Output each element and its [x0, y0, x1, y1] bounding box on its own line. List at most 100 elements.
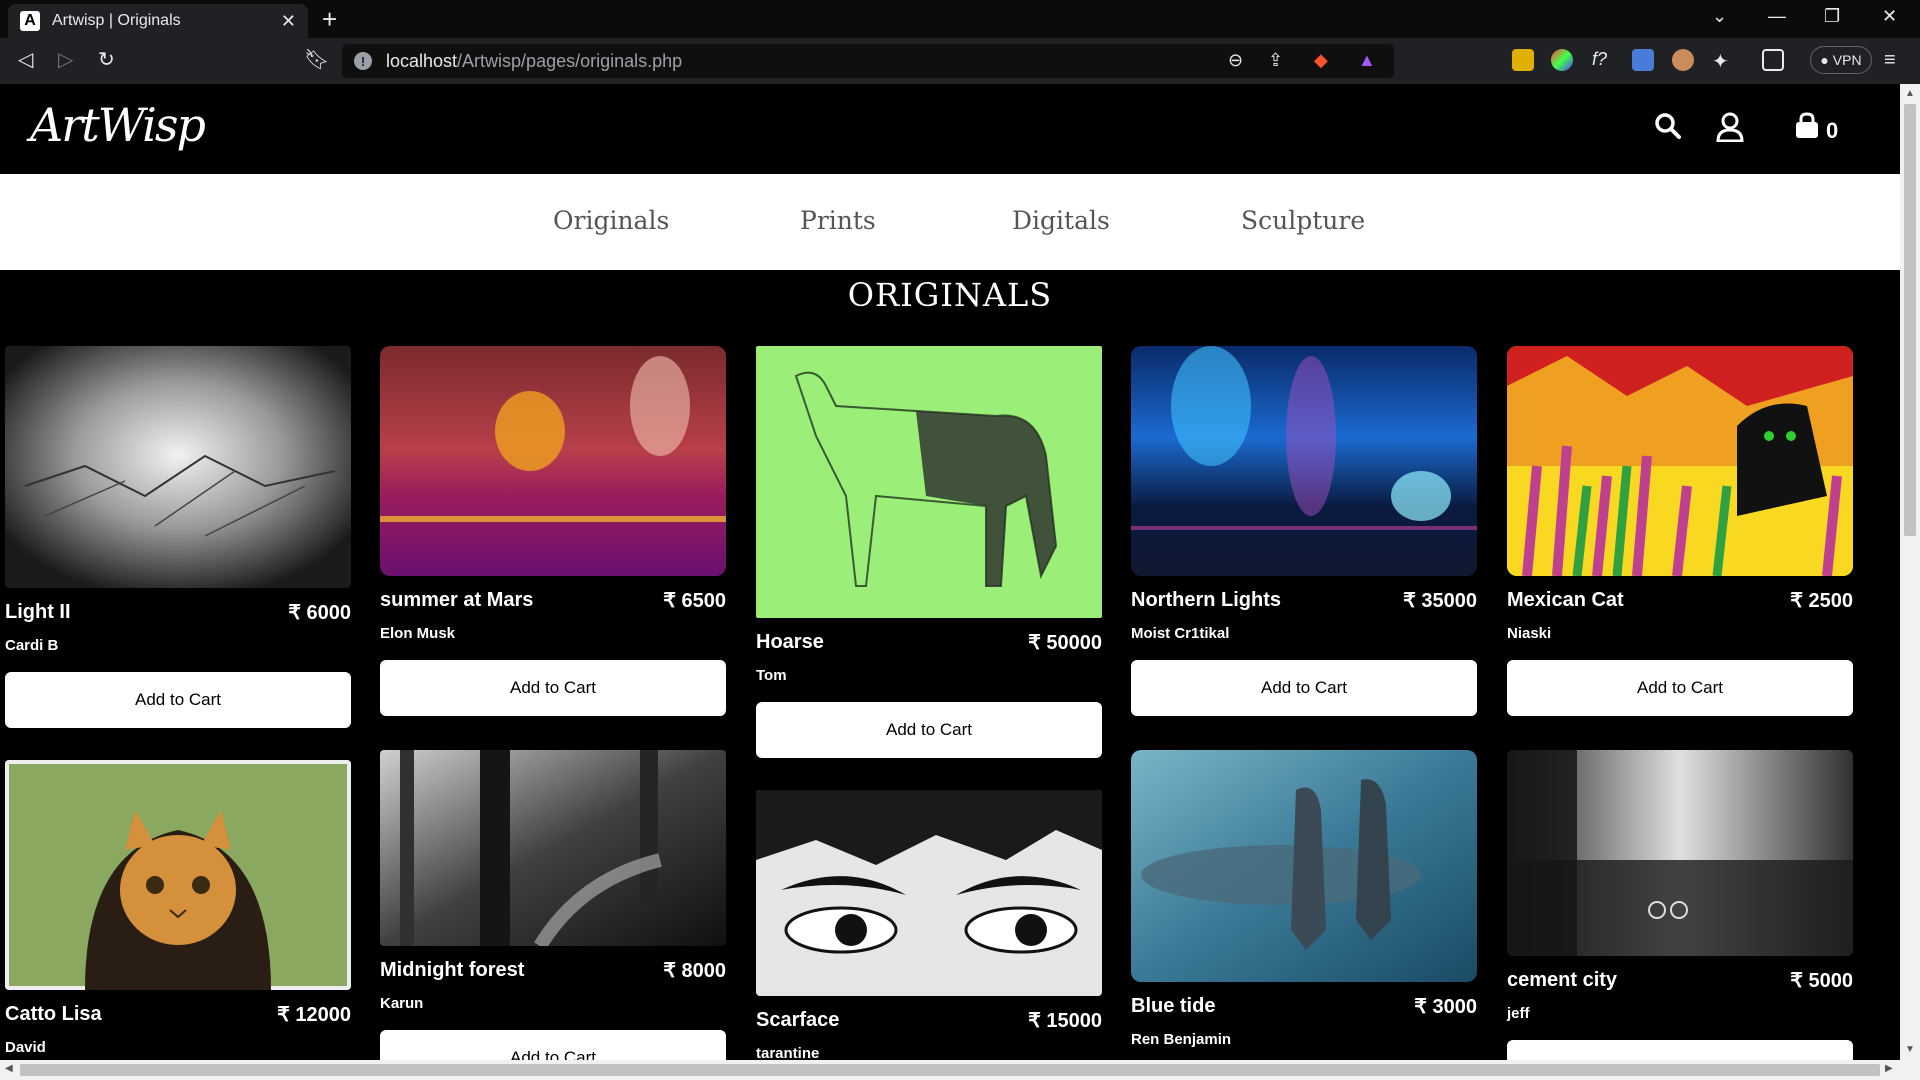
- product-card: Hoarse ₹ 50000 Tom Add to Cart: [756, 346, 1102, 758]
- product-card: Light II ₹ 6000 Cardi B Add to Cart: [5, 346, 351, 728]
- translate-extension-icon[interactable]: [1632, 49, 1654, 71]
- product-card: Blue tide ₹ 3000 Ren Benjamin: [1131, 750, 1477, 1048]
- product-artist: Elon Musk: [380, 625, 456, 642]
- product-card: Scarface ₹ 15000 tarantine: [756, 790, 1102, 1062]
- new-tab-icon[interactable]: +: [322, 4, 337, 34]
- product-name[interactable]: Scarface: [756, 1009, 839, 1032]
- product-name[interactable]: Light II: [5, 601, 71, 624]
- add-to-cart-button[interactable]: Add to Cart: [5, 672, 351, 728]
- product-name[interactable]: Blue tide: [1131, 995, 1215, 1018]
- bookmark-icon[interactable]: 🔖︎: [304, 47, 329, 73]
- product-price: ₹ 8000: [663, 960, 726, 982]
- product-name[interactable]: cement city: [1507, 969, 1617, 992]
- brave-rewards-icon[interactable]: ▲: [1358, 50, 1376, 71]
- color-extension-icon[interactable]: [1551, 49, 1573, 71]
- share-icon[interactable]: ⇪: [1268, 50, 1283, 71]
- vertical-scroll-thumb[interactable]: [1904, 104, 1916, 536]
- product-price: ₹ 6000: [288, 602, 351, 624]
- artwork-image[interactable]: [1131, 346, 1477, 576]
- product-price: ₹ 2500: [1790, 590, 1853, 612]
- scroll-left-icon[interactable]: ◀: [5, 1063, 13, 1074]
- category-nav: Originals Prints Digitals Sculpture: [0, 174, 1900, 270]
- artwork-image[interactable]: [1507, 346, 1853, 576]
- forward-icon[interactable]: ▷: [58, 47, 73, 73]
- artwork-image[interactable]: [5, 760, 351, 990]
- product-artist: Karun: [380, 995, 424, 1012]
- site-header: ArtWisp 0: [0, 84, 1900, 174]
- add-to-cart-button[interactable]: Add to Cart: [1131, 660, 1477, 716]
- artwisp-logo[interactable]: ArtWisp: [30, 98, 206, 152]
- site-info-icon[interactable]: !: [354, 52, 372, 70]
- font-extension-icon[interactable]: f?: [1592, 49, 1614, 71]
- artwork-image[interactable]: [1131, 750, 1477, 982]
- product-artist: Ren Benjamin: [1131, 1031, 1232, 1048]
- product-price: ₹ 3000: [1414, 996, 1477, 1018]
- url-host: localhost: [386, 50, 458, 71]
- product-price: ₹ 12000: [277, 1004, 351, 1026]
- nav-originals[interactable]: Originals: [553, 206, 669, 235]
- reload-icon[interactable]: ↻: [98, 47, 115, 73]
- product-card: summer at Mars ₹ 6500 Elon Musk Add to Ca…: [380, 346, 726, 716]
- page-title: ORIGINALS: [847, 276, 1053, 314]
- horizontal-scroll-thumb[interactable]: [20, 1064, 1880, 1076]
- product-name[interactable]: Northern Lights: [1131, 589, 1281, 612]
- product-price: ₹ 35000: [1403, 590, 1477, 612]
- horizontal-scrollbar[interactable]: ◀ ▶: [0, 1060, 1920, 1080]
- product-price: ₹ 6500: [663, 590, 726, 612]
- artwork-image[interactable]: [5, 346, 351, 588]
- tab-search-chevron-icon[interactable]: ⌄: [1712, 6, 1727, 27]
- scroll-down-icon[interactable]: ▼: [1905, 1044, 1915, 1055]
- product-price: ₹ 50000: [1028, 632, 1102, 654]
- search-icon[interactable]: [1654, 112, 1682, 145]
- nav-digitals[interactable]: Digitals: [1012, 206, 1110, 235]
- user-icon[interactable]: [1716, 112, 1744, 147]
- product-price: ₹ 5000: [1790, 970, 1853, 992]
- add-to-cart-button[interactable]: Add to Cart: [1507, 660, 1853, 716]
- product-artist: Cardi B: [5, 637, 59, 654]
- vertical-scrollbar[interactable]: ▲ ▼: [1900, 84, 1920, 1060]
- artwork-image[interactable]: [756, 790, 1102, 996]
- add-to-cart-button[interactable]: Add to Cart: [380, 660, 726, 716]
- download-extension-icon[interactable]: [1512, 49, 1534, 71]
- artwork-image[interactable]: [756, 346, 1102, 618]
- window-close-icon[interactable]: ✕: [1882, 6, 1897, 27]
- extensions-puzzle-icon[interactable]: ✦: [1712, 49, 1734, 73]
- product-name[interactable]: Mexican Cat: [1507, 589, 1624, 612]
- profile-extension-icon[interactable]: [1672, 49, 1694, 71]
- browser-tab[interactable]: A Artwisp | Originals ✕: [8, 4, 308, 38]
- product-artist: Moist Cr1tikal: [1131, 625, 1230, 642]
- product-card: Mexican Cat ₹ 2500 Niaski Add to Cart: [1507, 346, 1853, 716]
- artwisp-favicon-icon: A: [20, 11, 40, 31]
- restore-icon[interactable]: ❐: [1824, 6, 1840, 27]
- minimize-icon[interactable]: —: [1768, 6, 1786, 27]
- url-path: /Artwisp/pages/originals.php: [457, 50, 683, 71]
- product-name[interactable]: Midnight forest: [380, 959, 524, 982]
- nav-sculpture[interactable]: Sculpture: [1241, 206, 1365, 235]
- menu-icon[interactable]: ≡: [1884, 47, 1896, 73]
- product-artist: jeff: [1507, 1005, 1530, 1022]
- scroll-up-icon[interactable]: ▲: [1905, 88, 1915, 99]
- product-artist: Niaski: [1507, 625, 1552, 642]
- product-name[interactable]: summer at Mars: [380, 589, 533, 612]
- address-bar[interactable]: ! localhost/Artwisp/pages/originals.php …: [342, 44, 1394, 78]
- scroll-right-icon[interactable]: ▶: [1885, 1063, 1893, 1074]
- artwork-image[interactable]: [380, 750, 726, 946]
- shopping-bag-icon[interactable]: [1794, 112, 1820, 145]
- product-name[interactable]: Hoarse: [756, 631, 824, 654]
- wallet-icon[interactable]: [1762, 49, 1784, 71]
- browser-tab-bar: A Artwisp | Originals ✕ + ⌄ — ❐ ✕: [0, 0, 1920, 38]
- back-icon[interactable]: ◁: [18, 47, 33, 73]
- brave-shields-icon[interactable]: ◆: [1314, 50, 1328, 71]
- close-tab-icon[interactable]: ✕: [281, 11, 296, 32]
- cart-count: 0: [1826, 118, 1839, 143]
- product-artist: David: [5, 1039, 46, 1056]
- zoom-icon[interactable]: ⊖: [1228, 50, 1243, 71]
- artwork-image[interactable]: [1507, 750, 1853, 956]
- vpn-button[interactable]: ● VPN: [1810, 46, 1872, 74]
- nav-prints[interactable]: Prints: [800, 206, 876, 235]
- product-card: Catto Lisa ₹ 12000 David: [5, 760, 351, 1056]
- tab-title: Artwisp | Originals: [52, 12, 181, 29]
- product-name[interactable]: Catto Lisa: [5, 1003, 102, 1026]
- add-to-cart-button[interactable]: Add to Cart: [756, 702, 1102, 758]
- artwork-image[interactable]: [380, 346, 726, 576]
